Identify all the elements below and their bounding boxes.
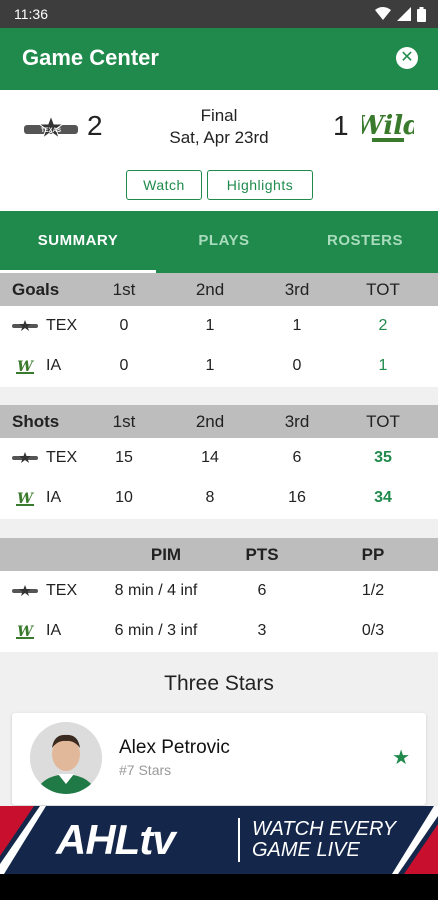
- battery-icon: [417, 6, 426, 22]
- shots-row-tex: TEX 15 14 6 35: [0, 438, 438, 478]
- period-value: 10: [115, 489, 133, 506]
- period-value: 8: [205, 489, 215, 506]
- period-value: 1: [205, 317, 215, 334]
- period-value: 0: [119, 357, 129, 374]
- total-value: 1: [378, 357, 388, 374]
- status-bar: 11:36: [0, 0, 438, 28]
- pp-value: 0/3: [361, 622, 385, 639]
- tex-logo-icon: [12, 452, 38, 463]
- star-card[interactable]: Alex Petrovic #7 Stars ★: [12, 713, 426, 805]
- team-abbr: TEX: [46, 449, 78, 466]
- banner-tagline-line-1: WATCH EVERY: [252, 818, 397, 840]
- total-value: 34: [374, 489, 392, 506]
- app-bar: Game Center ✕: [0, 28, 438, 90]
- tab-summary[interactable]: SUMMARY: [0, 211, 156, 273]
- goals-row-tex: TEX 0 1 1 2: [0, 306, 438, 346]
- tab-rosters[interactable]: ROSTERS: [292, 211, 438, 273]
- shots-header-label: Shots: [12, 411, 60, 431]
- banner-divider: [238, 818, 240, 862]
- star-player-name: Alex Petrovic: [119, 737, 230, 758]
- period-value: 1: [205, 357, 215, 374]
- special-header-pts: PTS: [245, 544, 279, 564]
- status-icons: [375, 6, 426, 22]
- tex-logo-icon: [12, 585, 38, 596]
- tab-plays[interactable]: PLAYS: [156, 211, 292, 273]
- scoreboard: TEXAS 2 Final Sat, Apr 23rd 1 Wild Watch…: [0, 90, 438, 211]
- status-time: 11:36: [14, 6, 48, 22]
- total-value: 35: [374, 449, 392, 466]
- pim-value: 8 min / 4 inf: [114, 582, 198, 599]
- three-stars-title: Three Stars: [164, 672, 274, 695]
- goals-header-3rd: 3rd: [284, 279, 310, 299]
- pts-value: 3: [257, 622, 267, 639]
- tab-bar: SUMMARY PLAYS ROSTERS: [0, 211, 438, 273]
- wifi-icon: [375, 7, 391, 20]
- ia-logo-icon: W: [16, 624, 34, 640]
- special-header-pp: PP: [361, 544, 385, 564]
- shots-header-tot: TOT: [366, 411, 400, 431]
- period-value: 0: [119, 317, 129, 334]
- goals-header: Goals 1st 2nd 3rd TOT: [0, 273, 438, 306]
- team-cell: W IA: [12, 346, 61, 386]
- period-value: 1: [292, 317, 302, 334]
- team-cell: TEX: [12, 571, 77, 611]
- period-value: 6: [292, 449, 302, 466]
- home-team-logo: Wild: [362, 111, 414, 142]
- svg-text:Wild: Wild: [362, 111, 414, 141]
- close-icon[interactable]: ✕: [396, 47, 418, 69]
- goals-header-label: Goals: [12, 279, 60, 299]
- team-cell: TEX: [12, 438, 77, 478]
- period-value: 16: [288, 489, 306, 506]
- period-value: 15: [115, 449, 133, 466]
- team-cell: W IA: [12, 478, 61, 518]
- goals-header-tot: TOT: [366, 279, 400, 299]
- ia-logo-icon: W: [16, 359, 34, 375]
- team-abbr: TEX: [46, 582, 78, 599]
- pts-value: 6: [257, 582, 267, 599]
- highlights-button[interactable]: Highlights: [207, 170, 313, 200]
- goals-row-ia: W IA 0 1 0 1: [0, 346, 438, 386]
- pim-value: 6 min / 3 inf: [114, 622, 198, 639]
- special-row-tex: TEX 8 min / 4 inf 6 1/2: [0, 571, 438, 611]
- watch-button[interactable]: Watch: [126, 170, 202, 200]
- shots-table: Shots 1st 2nd 3rd TOT TEX 15 14 6 35 W I…: [0, 405, 438, 519]
- team-abbr: TEX: [46, 317, 78, 334]
- avatar: [30, 722, 102, 794]
- home-score: 1: [333, 110, 349, 141]
- goals-header-2nd: 2nd: [195, 279, 225, 299]
- shots-header-2nd: 2nd: [195, 411, 225, 431]
- team-abbr: IA: [46, 489, 62, 506]
- pp-value: 1/2: [361, 582, 385, 599]
- goals-header-1st: 1st: [112, 279, 136, 299]
- ahltv-banner[interactable]: AHLtv WATCH EVERY GAME LIVE: [0, 806, 438, 874]
- shots-header-3rd: 3rd: [284, 411, 310, 431]
- page-title: Game Center: [22, 45, 159, 70]
- goals-table: Goals 1st 2nd 3rd TOT TEX 0 1 1 2 W IA 0…: [0, 273, 438, 387]
- team-abbr: IA: [46, 622, 62, 639]
- period-value: 0: [292, 357, 302, 374]
- special-header: PIM PTS PP: [0, 538, 438, 571]
- tex-logo-icon: [12, 320, 38, 331]
- star-player-team: #7 Stars: [119, 762, 172, 778]
- total-value: 2: [378, 317, 388, 334]
- ia-logo-icon: W: [16, 491, 34, 507]
- ahltv-logo: AHLtv: [56, 816, 176, 863]
- system-nav-bar: [0, 874, 438, 900]
- shots-header: Shots 1st 2nd 3rd TOT: [0, 405, 438, 438]
- team-abbr: IA: [46, 357, 62, 374]
- star-icon: ★: [392, 747, 410, 769]
- shots-header-1st: 1st: [112, 411, 136, 431]
- banner-tagline-line-2: GAME LIVE: [252, 839, 360, 861]
- special-stats-table: PIM PTS PP TEX 8 min / 4 inf 6 1/2 W IA …: [0, 538, 438, 652]
- team-cell: W IA: [12, 611, 61, 651]
- special-header-pim: PIM: [150, 544, 182, 564]
- banner-tagline: WATCH EVERY GAME LIVE: [252, 819, 396, 861]
- period-value: 14: [201, 449, 219, 466]
- special-row-ia: W IA 6 min / 3 inf 3 0/3: [0, 611, 438, 651]
- team-cell: TEX: [12, 306, 77, 346]
- shots-row-ia: W IA 10 8 16 34: [0, 478, 438, 518]
- signal-icon: [397, 7, 411, 21]
